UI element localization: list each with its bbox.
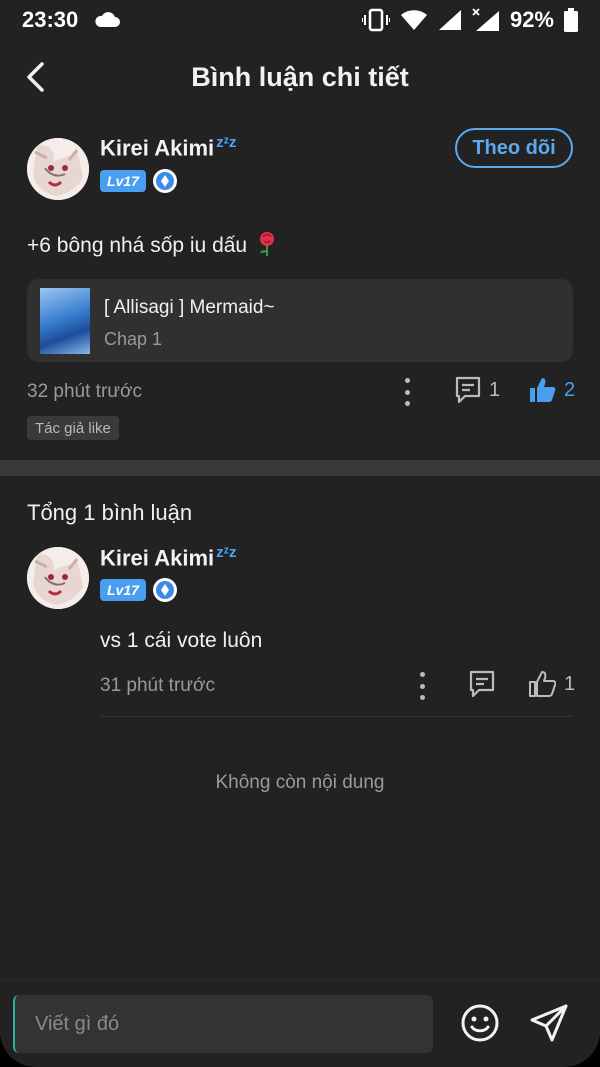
more-dots-icon[interactable]	[417, 672, 427, 700]
battery-percent: 92%	[509, 7, 554, 32]
comment-icon	[469, 670, 495, 698]
reply-text: vs 1 cái vote luôn	[100, 629, 263, 652]
vibrate-icon	[361, 8, 390, 32]
main-comment: Kirei Akimi zᶻz Lv17 Theo dõi +6 bông nhá…	[0, 114, 600, 460]
avatar[interactable]	[27, 547, 89, 609]
signal-icon	[438, 10, 461, 30]
smiley-icon[interactable]	[460, 1003, 500, 1043]
story-cover	[40, 288, 90, 354]
back-arrow-icon[interactable]	[22, 60, 52, 94]
avatar[interactable]	[27, 138, 89, 200]
status-icons: 92%	[361, 7, 578, 33]
total-comments: Tổng 1 bình luận	[27, 500, 193, 525]
cloud-icon	[95, 12, 121, 27]
author-name[interactable]: Kirei Akimi zᶻz	[100, 134, 237, 161]
level-badge-icon	[153, 169, 177, 193]
screen: 23:30 92% Bình luận chi tiết Kirei Akimi…	[0, 0, 600, 1067]
comment-icon	[455, 376, 481, 404]
send-icon[interactable]	[528, 1002, 570, 1044]
reply-button[interactable]: 1	[455, 376, 500, 404]
story-chapter: Chap 1	[104, 329, 163, 349]
reply-button[interactable]	[469, 670, 495, 698]
level-badge: Lv17	[100, 170, 146, 192]
level-badge-icon	[153, 578, 177, 602]
reply-count: 1	[489, 378, 501, 401]
story-title: [ Allisagi ] Mermaid~	[104, 297, 275, 318]
comment-time: 32 phút trước	[27, 381, 142, 402]
wifi-icon	[400, 10, 427, 30]
sleep-zz-icon: zᶻz	[216, 544, 237, 561]
story-card[interactable]: [ Allisagi ] Mermaid~ Chap 1	[27, 279, 573, 362]
page-title: Bình luận chi tiết	[191, 61, 409, 92]
author-like-tag: Tác giả like	[27, 416, 119, 440]
reply-separator	[100, 716, 573, 717]
follow-button[interactable]: Theo dõi	[455, 128, 573, 168]
sleep-zz-icon: zᶻz	[216, 134, 237, 151]
signal-roaming-icon	[472, 8, 499, 31]
thumbs-up-icon	[529, 671, 556, 697]
like-button[interactable]: 2	[528, 376, 575, 404]
like-button[interactable]: 1	[528, 670, 575, 698]
like-count: 2	[564, 378, 576, 401]
like-count: 1	[564, 672, 576, 695]
status-time: 23:30	[22, 7, 79, 32]
comment-text: +6 bông nhá sốp iu dấu	[27, 231, 277, 258]
header: Bình luận chi tiết	[0, 40, 600, 114]
author-name[interactable]: Kirei Akimi zᶻz	[100, 544, 237, 571]
composer-bar	[0, 980, 600, 1067]
section-divider	[0, 460, 600, 476]
thumbs-up-icon	[530, 378, 556, 402]
battery-icon	[564, 8, 578, 32]
level-badge: Lv17	[100, 579, 146, 601]
status-bar: 23:30 92%	[0, 0, 600, 40]
comment-input[interactable]	[13, 995, 433, 1053]
end-of-content: Không còn nội dung	[215, 772, 385, 793]
reply-time: 31 phút trước	[100, 675, 215, 696]
rose-emoji-icon	[259, 232, 274, 256]
more-dots-icon[interactable]	[402, 378, 412, 406]
